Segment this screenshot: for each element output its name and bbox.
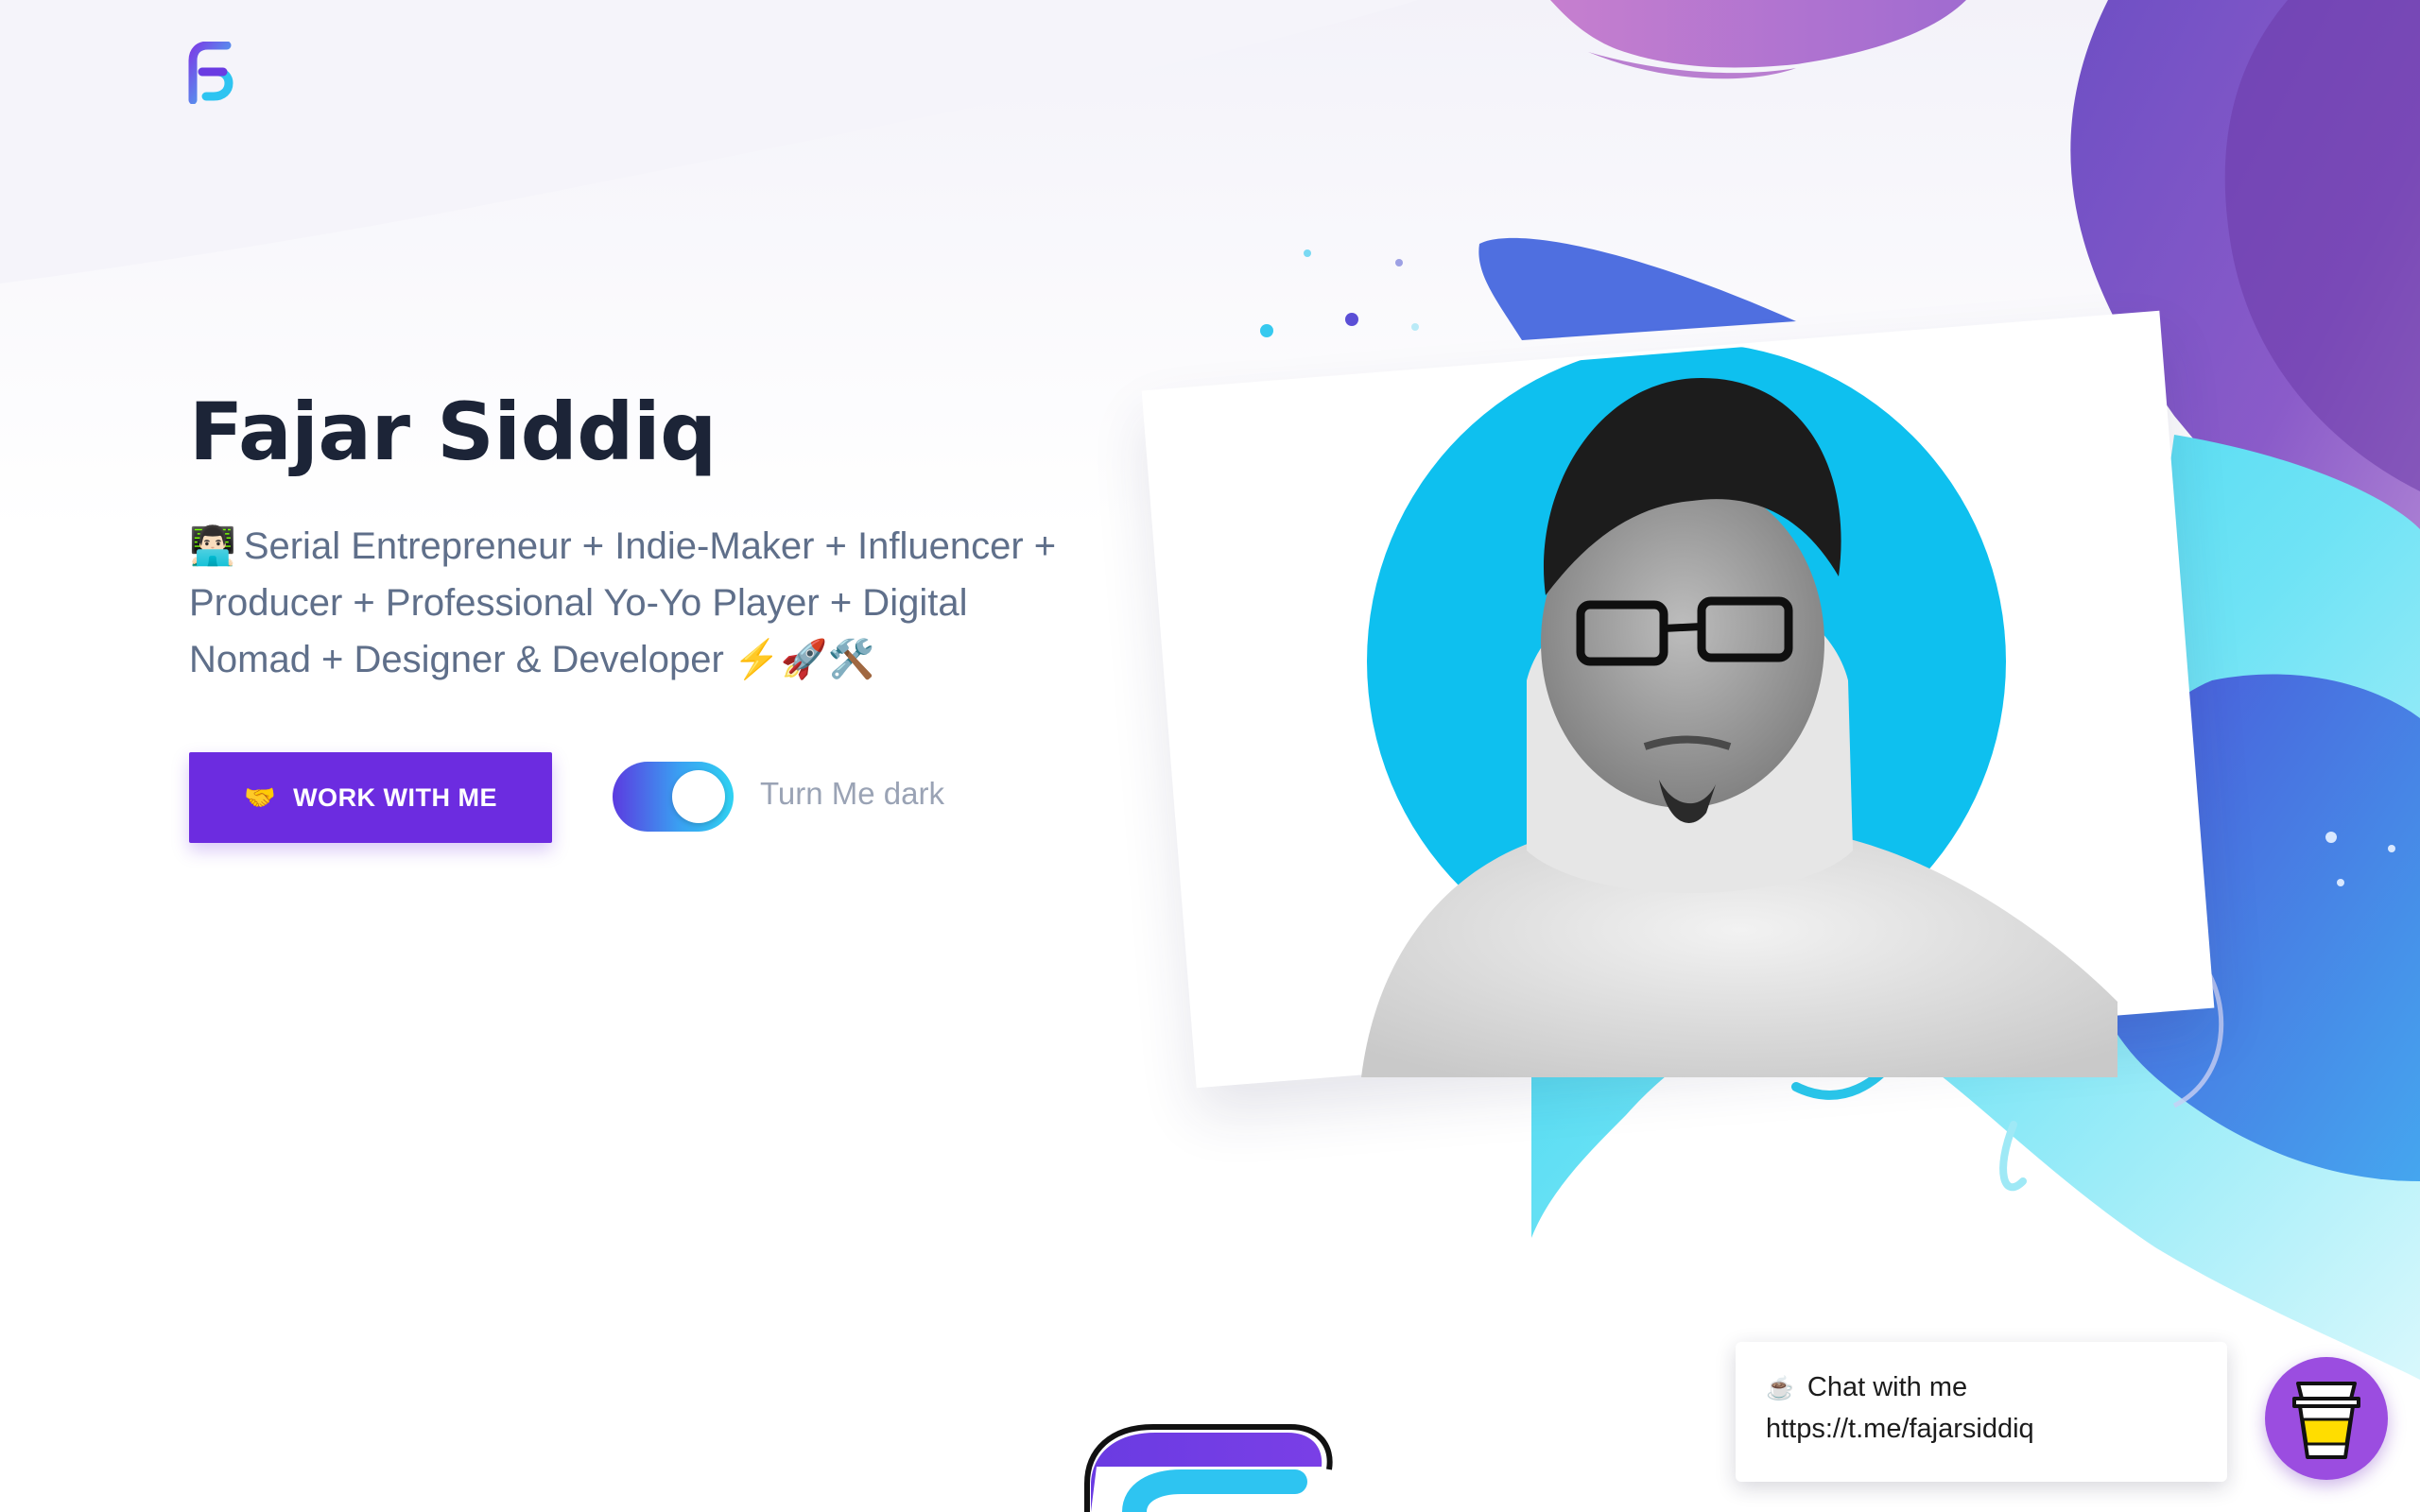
chat-link[interactable]: https://t.me/fajarsiddiq <box>1766 1414 2034 1445</box>
bio-text: Serial Entrepreneur + Indie-Maker + Infl… <box>189 525 1057 680</box>
toggle-knob <box>672 770 725 823</box>
bottom-logo-icon <box>1084 1424 1333 1512</box>
chat-title-text: Chat with me <box>1806 1372 1968 1402</box>
dark-mode-toggle[interactable] <box>613 762 734 832</box>
dark-mode-label: Turn Me dark <box>760 776 945 811</box>
hero-name: Fajar Siddiq <box>189 386 717 478</box>
bolt-rocket-tools-emoji-icons: ⚡🚀🛠️ <box>733 639 875 680</box>
coffee-icon: ☕ <box>1766 1376 1794 1401</box>
technologist-emoji-icon: 👨🏻‍💻 <box>189 525 236 567</box>
coffee-cup-icon <box>2292 1382 2360 1459</box>
work-with-me-button[interactable]: 🤝 WORK WITH ME <box>189 752 552 843</box>
chat-widget[interactable]: ☕ Chat with me https://t.me/fajarsiddiq <box>1736 1342 2227 1482</box>
profile-portrait <box>1361 342 2118 1077</box>
coffee-button[interactable] <box>2265 1357 2388 1480</box>
handshake-icon: 🤝 <box>243 783 277 812</box>
logo-icon[interactable] <box>185 42 234 104</box>
chat-title: ☕ Chat with me <box>1766 1372 1967 1403</box>
hero-bio: 👨🏻‍💻 Serial Entrepreneur + Indie-Maker + … <box>189 518 1068 688</box>
work-with-me-label: WORK WITH ME <box>293 782 498 812</box>
